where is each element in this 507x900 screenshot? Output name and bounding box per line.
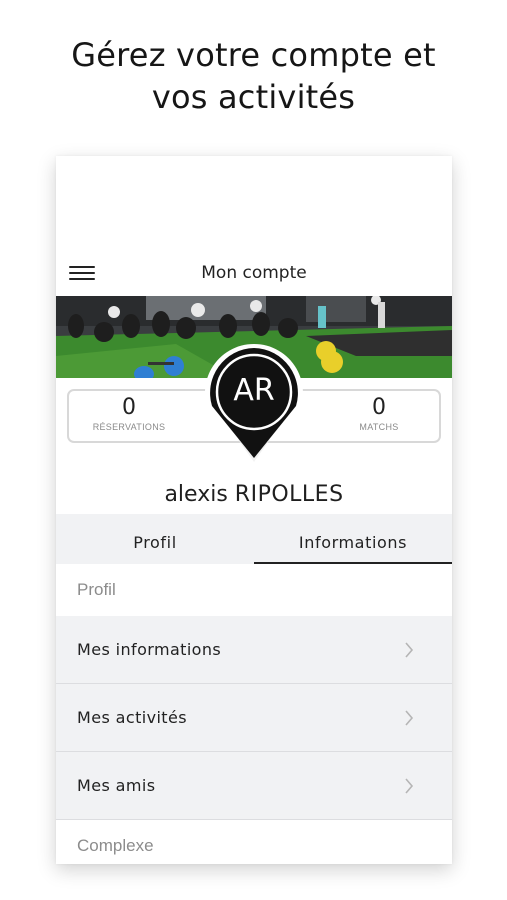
reservations-count: 0 [122, 395, 136, 420]
tab-bar: Profil Informations [56, 514, 452, 564]
tab-profil[interactable]: Profil [56, 514, 254, 564]
list-item-mes-amis[interactable]: Mes amis [56, 752, 452, 820]
chevron-right-icon [405, 778, 414, 794]
reservations-label: RÉSERVATIONS [92, 422, 166, 432]
matchs-stat[interactable]: 0 MATCHS [319, 395, 439, 432]
matchs-label: MATCHS [359, 422, 399, 432]
user-first-name: alexis [164, 482, 228, 507]
matchs-count: 0 [372, 395, 386, 420]
section-header-profil: Profil [56, 564, 452, 616]
page-title: Mon compte [201, 263, 307, 283]
headline: Gérez votre compte et vos activités [0, 34, 507, 118]
list-item-mes-informations[interactable]: Mes informations [56, 616, 452, 684]
headline-line-1: Gérez votre compte et [71, 36, 436, 74]
list-item-label: Mes amis [77, 776, 156, 795]
user-name: alexis RIPOLLES [56, 482, 452, 507]
list-item-label: Mes informations [77, 640, 222, 659]
section-header-complexe: Complexe [56, 820, 452, 864]
headline-line-2: vos activités [151, 78, 356, 116]
chevron-right-icon [405, 710, 414, 726]
list-item-label: Mes activités [77, 708, 187, 727]
phone-screen: Mon compte 0 RÉSERVATIONS 0 MATCHS AR al… [56, 156, 452, 864]
user-last-name: RIPOLLES [234, 482, 344, 507]
reservations-stat[interactable]: 0 RÉSERVATIONS [69, 395, 189, 432]
tab-informations[interactable]: Informations [254, 514, 452, 564]
chevron-right-icon [405, 642, 414, 658]
list-item-mes-activites[interactable]: Mes activités [56, 684, 452, 752]
top-bar: Mon compte [56, 256, 452, 290]
avatar-initials: AR [233, 373, 275, 408]
avatar[interactable]: AR [186, 336, 322, 466]
